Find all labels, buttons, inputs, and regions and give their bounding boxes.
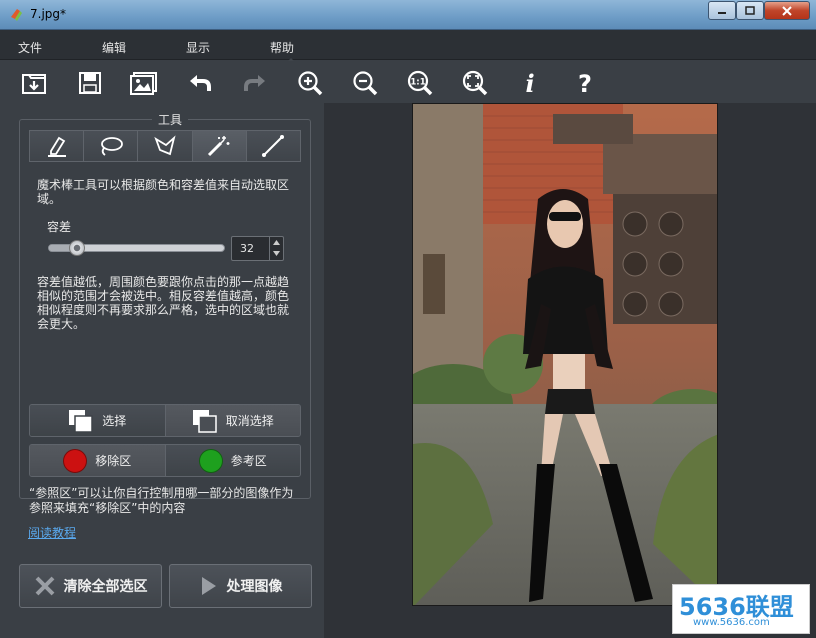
- select-button[interactable]: 选择: [30, 405, 165, 436]
- tools-panel: 工具 魔术棒工具可以根据颜色和容差值来自动选取区域。 容差 32 容差值越低，周…: [0, 103, 324, 638]
- open-icon: [22, 74, 46, 94]
- undo-button[interactable]: [186, 69, 214, 97]
- tab-polygon-lasso[interactable]: [138, 131, 193, 161]
- maximize-icon: [745, 6, 755, 15]
- tolerance-spinbox[interactable]: 32: [231, 236, 284, 261]
- image-button[interactable]: [130, 69, 158, 97]
- photo-image: [413, 104, 717, 605]
- tab-marker[interactable]: [30, 131, 85, 161]
- undo-icon: [190, 75, 211, 91]
- remove-region-icon: [63, 448, 88, 473]
- deselect-button[interactable]: 取消选择: [164, 405, 300, 436]
- select-icon: [69, 409, 93, 433]
- redo-button[interactable]: [241, 69, 269, 97]
- photo-canvas[interactable]: [412, 103, 718, 606]
- reference-region-button[interactable]: 参考区: [164, 445, 300, 476]
- save-icon: [79, 72, 101, 94]
- close-x-icon: [35, 576, 54, 596]
- remove-region-label: 移除区: [95, 454, 132, 468]
- select-label: 选择: [102, 414, 127, 428]
- chevron-down-icon: [273, 251, 280, 256]
- toolbar: 1:1 i ?: [0, 61, 816, 103]
- window-title: 7.jpg*: [30, 7, 67, 21]
- zoom-fit-icon: [462, 70, 488, 96]
- chevron-up-icon: [273, 240, 280, 245]
- save-button[interactable]: [76, 69, 104, 97]
- zoom-actual-icon: 1:1: [407, 70, 433, 96]
- tab-magic-wand[interactable]: [192, 131, 247, 161]
- marker-icon: [47, 136, 66, 157]
- canvas-area[interactable]: [324, 103, 816, 638]
- maximize-button[interactable]: [736, 1, 764, 20]
- polygon-lasso-icon: [154, 135, 176, 156]
- zoom-in-button[interactable]: [296, 69, 324, 97]
- line-icon: [262, 135, 285, 157]
- reference-description: “参照区”可以让你自行控制用哪一部分的图像作为参照来填充“移除区”中的内容: [29, 486, 294, 515]
- reference-region-label: 参考区: [230, 454, 267, 468]
- magic-wand-icon: [208, 136, 230, 157]
- process-label: 处理图像: [226, 579, 283, 595]
- close-button[interactable]: [764, 1, 810, 20]
- zoom-actual-button[interactable]: 1:1: [406, 69, 434, 97]
- minimize-button[interactable]: [708, 1, 736, 20]
- spin-up-button[interactable]: [270, 237, 283, 248]
- menu-bar: 文件 编辑 显示 帮助: [0, 30, 816, 60]
- close-icon: [782, 5, 792, 16]
- window-controls: [708, 1, 810, 20]
- tutorial-link[interactable]: 阅读教程: [28, 524, 76, 541]
- selection-buttons: 选择 取消选择: [29, 404, 301, 437]
- remove-region-button[interactable]: 移除区: [30, 445, 165, 476]
- info-icon: i: [525, 70, 534, 96]
- watermark-logo: 5636联盟 www.5636.com: [672, 584, 810, 634]
- open-button[interactable]: [20, 69, 48, 97]
- menu-view[interactable]: 显示: [186, 39, 210, 56]
- menu-edit[interactable]: 编辑: [102, 39, 126, 56]
- tab-lasso[interactable]: [84, 131, 139, 161]
- tool-description: 魔术棒工具可以根据颜色和容差值来自动选取区域。: [37, 178, 290, 206]
- app-icon: [11, 9, 22, 21]
- redo-icon: [244, 75, 265, 91]
- image-icon: [130, 72, 157, 95]
- tool-tabs: [29, 130, 301, 162]
- deselect-label: 取消选择: [225, 414, 274, 428]
- zoom-fit-button[interactable]: [461, 69, 489, 97]
- menu-help[interactable]: 帮助: [270, 39, 294, 56]
- zoom-out-button[interactable]: [351, 69, 379, 97]
- tolerance-slider[interactable]: [48, 240, 225, 256]
- help-icon: ?: [578, 70, 592, 96]
- menu-file[interactable]: 文件: [18, 39, 42, 56]
- tolerance-value[interactable]: 32: [240, 242, 254, 255]
- clear-all-label: 清除全部选区: [63, 579, 148, 595]
- lasso-icon: [100, 137, 123, 156]
- minimize-icon: [718, 11, 726, 14]
- tab-line[interactable]: [246, 131, 301, 161]
- info-button[interactable]: i: [516, 69, 544, 97]
- zoom-in-icon: [298, 71, 323, 96]
- watermark-url: www.5636.com: [693, 617, 770, 628]
- svg-text:1:1: 1:1: [410, 78, 425, 88]
- process-button[interactable]: 处理图像: [169, 564, 312, 608]
- tolerance-label: 容差: [47, 220, 72, 234]
- help-button[interactable]: ?: [571, 69, 599, 97]
- svg-text:?: ?: [578, 70, 592, 96]
- tools-legend: 工具: [152, 111, 189, 128]
- reference-region-icon: [198, 448, 223, 473]
- deselect-icon: [192, 409, 217, 433]
- spin-down-button[interactable]: [270, 248, 283, 259]
- clear-all-button[interactable]: 清除全部选区: [19, 564, 162, 608]
- region-buttons: 移除区 参考区: [29, 444, 301, 477]
- tolerance-help: 容差值越低，周围颜色要跟你点击的那一点越趋相似的范围才会被选中。相反容差值越高，…: [37, 275, 290, 331]
- svg-text:i: i: [525, 70, 534, 96]
- spin-arrows: [269, 237, 283, 260]
- play-icon: [201, 577, 216, 595]
- zoom-out-icon: [353, 71, 378, 96]
- title-bar: 7.jpg*: [0, 0, 816, 30]
